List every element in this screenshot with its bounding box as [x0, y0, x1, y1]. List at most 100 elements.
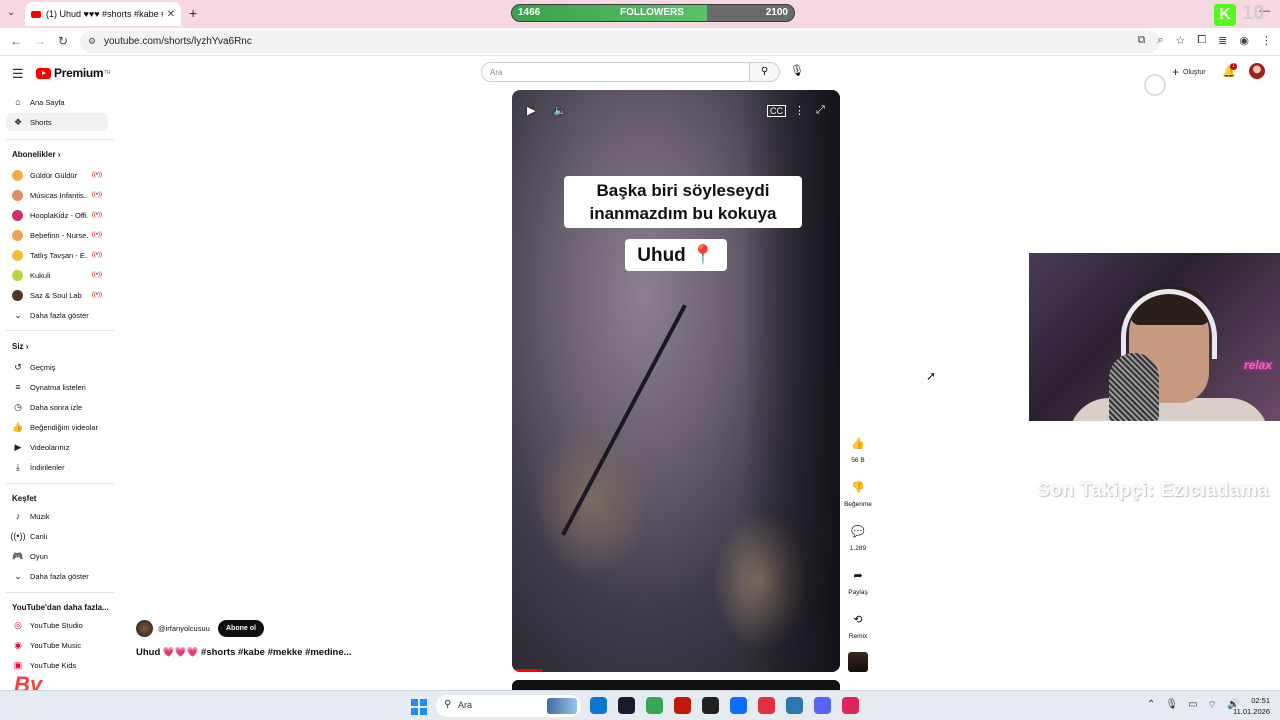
taskbar-search[interactable]: ⚲ Ara: [436, 695, 581, 717]
more-options-icon[interactable]: ⋮: [794, 104, 805, 117]
channel-name[interactable]: @irfanyolcusuu: [158, 624, 210, 633]
github-icon[interactable]: [702, 697, 719, 714]
sound-thumbnail[interactable]: [848, 652, 868, 672]
windows-start-icon[interactable]: [411, 699, 427, 715]
sidebar-item-downloads[interactable]: ⤓ İndirilenler: [6, 458, 108, 476]
captions-icon[interactable]: CC: [767, 105, 786, 117]
network-icon[interactable]: ⌔: [1208, 699, 1217, 712]
sidebar-item-subscription[interactable]: HooplaKidz - Offi... ((•)): [6, 206, 108, 224]
chrome-icon[interactable]: [646, 697, 663, 714]
share-label: Paylaş: [848, 589, 868, 596]
discord-icon[interactable]: [814, 697, 831, 714]
fullscreen-icon[interactable]: ⤢: [816, 104, 825, 117]
thumbs-down-icon: 👎: [851, 482, 865, 494]
sidebar-item-subscription[interactable]: Kukuli ((•)): [6, 266, 108, 284]
next-short-preview[interactable]: [512, 680, 840, 690]
sidebar-item-history[interactable]: ↺ Geçmiş: [6, 358, 108, 376]
create-label: Oluştur: [1183, 68, 1206, 76]
reload-icon[interactable]: ↻: [58, 34, 68, 48]
video-progress-bar[interactable]: [512, 669, 542, 672]
live-indicator-icon: ((•)): [91, 192, 102, 198]
sidebar-item-subscription[interactable]: Tatlış Tavşan - E... ((•)): [6, 246, 108, 264]
share-button[interactable]: ➦ Paylaş: [843, 569, 873, 596]
sidebar-item-live[interactable]: ((•)) Canlı: [6, 527, 108, 545]
back-icon[interactable]: ←: [10, 34, 22, 48]
caption-line: inanmazdım bu kokuya: [589, 204, 777, 223]
media-controls-icon[interactable]: ≣: [1218, 34, 1227, 47]
youtube-premium-logo[interactable]: Premium TR: [36, 66, 111, 80]
site-info-icon[interactable]: ⚙: [88, 36, 96, 47]
live-icon: ((•)): [10, 531, 26, 541]
sidebar-item-subscription[interactable]: Güldür Güldür ((•)): [6, 166, 108, 184]
zoom-icon[interactable]: ⌕: [1157, 34, 1163, 47]
voice-search-icon[interactable]: 🎙: [790, 64, 804, 77]
app-icon[interactable]: [758, 697, 775, 714]
taskbar-clock[interactable]: 02:51 11.01.2026: [1226, 695, 1270, 717]
account-avatar[interactable]: [1249, 63, 1265, 79]
neon-sign: relax: [1243, 358, 1272, 372]
display-icon[interactable]: ▭: [1188, 699, 1197, 712]
remix-button[interactable]: ⟲ Remix: [843, 613, 873, 640]
sidebar-item-show-more[interactable]: ⌄ Daha fazla göster: [6, 306, 108, 324]
sidebar-item-playlists[interactable]: ≡ Oynatma listeleri: [6, 378, 108, 396]
you-heading[interactable]: Siz ›: [12, 342, 28, 351]
sidebar-item-subscription[interactable]: Músicas Infantis... ((•)): [6, 186, 108, 204]
settings-icon[interactable]: [786, 697, 803, 714]
sidebar-item-watch-later[interactable]: ◷ Daha sonra izle: [6, 398, 108, 416]
sidebar-item-subscription[interactable]: Bebefinn - Nurse... ((•)): [6, 226, 108, 244]
url-field[interactable]: ⚙ youtube.com/shorts/lyzhYva6Rnc: [80, 31, 1160, 53]
tab-close-icon[interactable]: ✕: [167, 9, 175, 20]
kick-number: 10: [1242, 2, 1265, 24]
bookmark-star-icon[interactable]: ☆: [1175, 34, 1185, 47]
sidebar-item-shorts[interactable]: ❖ Shorts: [6, 113, 108, 131]
extensions-icon[interactable]: ⧠: [1197, 34, 1206, 47]
sidebar-item-label: Shorts: [30, 117, 52, 127]
steam-icon[interactable]: [618, 697, 635, 714]
volume-icon[interactable]: 🔈: [553, 104, 567, 117]
sidebar-item-youtube-music[interactable]: ◉ YouTube Music: [6, 636, 108, 654]
tab-search-icon[interactable]: ⌄: [7, 7, 15, 18]
sidebar-item-liked-videos[interactable]: 👍 Beğendiğim videolar: [6, 418, 108, 436]
sidebar-item-music[interactable]: ♪ Müzik: [6, 507, 108, 525]
sidebar-item-your-videos[interactable]: ▶ Videolarınız: [6, 438, 108, 456]
hamburger-menu-icon[interactable]: ☰: [12, 66, 24, 82]
create-button[interactable]: + Oluştur: [1166, 63, 1212, 81]
browser-toolbar-right: ⧉ ⌕ ☆ ⧠ ≣ ◉ ⋮: [1137, 34, 1272, 47]
taskbar-search-label: Ara: [458, 700, 473, 710]
play-icon[interactable]: ▶: [527, 104, 535, 117]
like-button[interactable]: 👍 56 B: [843, 437, 873, 464]
sidebar-item-youtube-studio[interactable]: ◎ YouTube Studio: [6, 616, 108, 634]
sidebar-item-home[interactable]: ⌂ Ana Sayfa: [6, 93, 108, 111]
browser-tab[interactable]: (1) Uhud ♥♥♥ #shorts #kabe # ✕: [25, 2, 181, 26]
sidebar-item-label: Daha sonra izle: [30, 402, 83, 412]
sidebar-divider: [6, 483, 114, 484]
profile-avatar-icon[interactable]: ◉: [1239, 34, 1249, 47]
shorts-video-player[interactable]: ▶ 🔈 CC ⋮ ⤢ Başka biri söyleseydi inanmaz…: [512, 90, 840, 672]
install-app-icon[interactable]: ⧉: [1137, 34, 1145, 47]
new-tab-icon[interactable]: +: [189, 5, 197, 21]
chevron-up-icon[interactable]: ⌃: [1147, 699, 1155, 712]
video-title[interactable]: Uhud 💗💗💗 #shorts #kabe #mekke #medine...: [136, 647, 352, 658]
search-input[interactable]: Ara: [481, 62, 750, 82]
channel-avatar[interactable]: [136, 620, 153, 637]
app-icon[interactable]: [842, 697, 859, 714]
dislike-button[interactable]: 👎 Beğenme: [843, 481, 873, 508]
home-icon: ⌂: [15, 97, 21, 107]
clock-date: 11.01.2026: [1233, 707, 1270, 716]
browser-menu-icon[interactable]: ⋮: [1261, 34, 1272, 47]
microphone-icon[interactable]: 🎙: [1165, 699, 1178, 712]
sidebar-item-show-more[interactable]: ⌄ Daha fazla göster: [6, 567, 108, 585]
comments-button[interactable]: 💬 1.289: [843, 525, 873, 552]
subscriptions-heading[interactable]: Abonelikler ›: [12, 150, 60, 159]
subscribe-button[interactable]: Abone ol: [218, 620, 264, 637]
opera-icon[interactable]: [674, 697, 691, 714]
channel-avatar: [12, 289, 23, 301]
sidebar-item-gaming[interactable]: 🎮 Oyun: [6, 547, 108, 565]
address-bar-row: ← → ↻ ⚙ youtube.com/shorts/lyzhYva6Rnc ⧉…: [0, 28, 1280, 56]
sandbox-icon[interactable]: [730, 697, 747, 714]
edge-icon[interactable]: [590, 697, 607, 714]
sidebar-item-subscription[interactable]: Saz & Soul Lab ((•)): [6, 286, 108, 304]
search-button[interactable]: ⚲: [750, 62, 780, 82]
forward-icon[interactable]: →: [34, 34, 46, 48]
more-from-youtube-heading: YouTube'dan daha fazla...: [12, 603, 109, 612]
